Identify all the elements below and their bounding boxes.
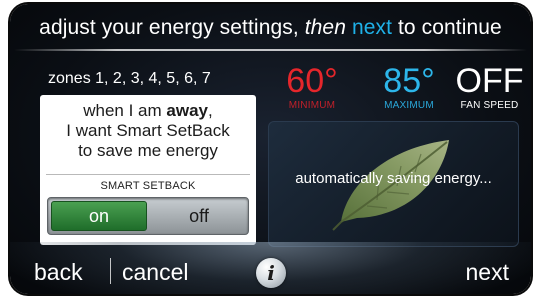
minimum-reading: 60° MINIMUM xyxy=(272,64,352,111)
energy-saving-text: automatically saving energy... xyxy=(295,170,492,187)
maximum-label: MAXIMUM xyxy=(384,100,434,111)
next-button[interactable]: next xyxy=(466,259,509,286)
maximum-value: 85° xyxy=(383,62,435,100)
message-line-1-suffix: , xyxy=(208,101,213,120)
back-button[interactable]: back xyxy=(34,259,83,286)
message-line-3: to save me energy xyxy=(78,141,218,160)
toggle-off-button[interactable]: off xyxy=(150,198,248,234)
card-divider xyxy=(46,174,250,175)
title-accent-word: next xyxy=(351,16,393,39)
title-suffix: to continue xyxy=(392,16,502,39)
minimum-value: 60° xyxy=(286,62,338,100)
thermostat-screen: adjust your energy settings, then next t… xyxy=(10,4,531,294)
zones-label: zones 1, 2, 3, 4, 5, 6, 7 xyxy=(48,70,211,87)
minimum-label: MINIMUM xyxy=(288,100,336,111)
smart-setback-message: when I am away, I want Smart SetBack to … xyxy=(40,101,256,161)
fan-speed-reading: OFF FAN SPEED xyxy=(452,64,527,111)
cancel-button[interactable]: cancel xyxy=(122,259,188,286)
page-title: adjust your energy settings, then next t… xyxy=(10,16,531,40)
message-line-1-prefix: when I am xyxy=(83,101,167,120)
smart-setback-card: when I am away, I want Smart SetBack to … xyxy=(40,95,256,245)
setpoint-readings: 60° MINIMUM 85° MAXIMUM OFF FAN SPEED xyxy=(272,64,523,118)
message-line-2: I want Smart SetBack xyxy=(66,121,230,140)
header-divider xyxy=(14,49,527,51)
info-icon[interactable]: i xyxy=(256,258,286,288)
title-prefix: adjust your energy settings, xyxy=(39,16,305,39)
fan-speed-label: FAN SPEED xyxy=(460,100,519,111)
toggle-on-button[interactable]: on xyxy=(51,201,147,231)
message-line-1-bold: away xyxy=(166,101,208,120)
maximum-reading: 85° MAXIMUM xyxy=(364,64,454,111)
smart-setback-label: SMART SETBACK xyxy=(100,180,196,192)
message-line-1: when I am away, xyxy=(40,101,256,121)
fan-speed-value: OFF xyxy=(455,62,524,100)
smart-setback-toggle[interactable]: on off xyxy=(47,197,249,235)
footer-divider xyxy=(110,258,111,284)
energy-saving-panel: automatically saving energy... xyxy=(268,121,519,247)
title-italic: then xyxy=(304,16,346,39)
